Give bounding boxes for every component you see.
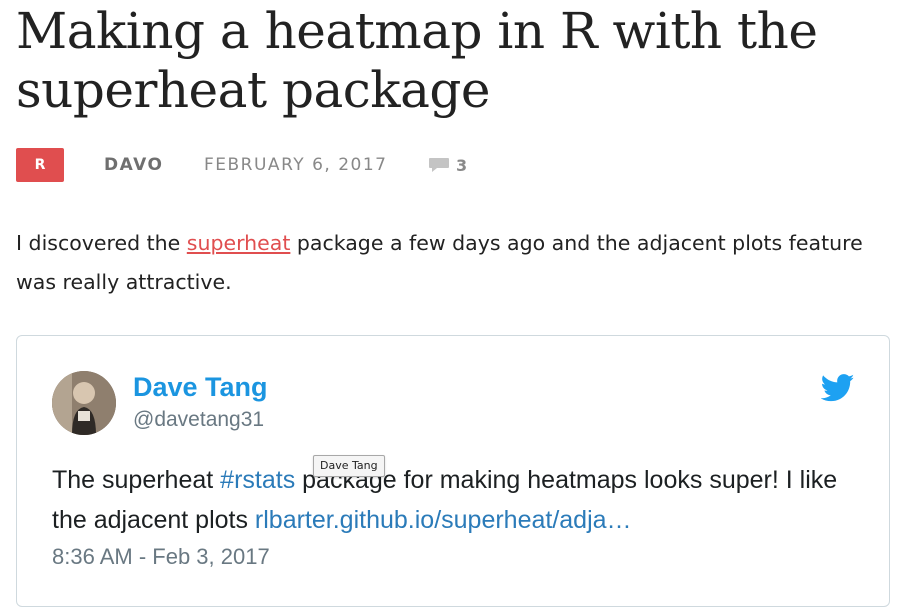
comments-link[interactable]: 3 bbox=[428, 148, 467, 182]
superheat-url-link[interactable]: rlbarter.github.io/superheat/adja… bbox=[255, 506, 632, 534]
category-badge[interactable]: R bbox=[16, 148, 64, 182]
tweet-text: The superheat #rstats package for making… bbox=[52, 460, 867, 540]
intro-text-prefix: I discovered the bbox=[16, 231, 187, 255]
tweet-text-part1: The superheat bbox=[52, 466, 221, 494]
embedded-tweet: Dave Tang @davetang31 The superheat #rst… bbox=[16, 335, 890, 607]
rstats-hashtag-link[interactable]: #rstats bbox=[220, 466, 295, 494]
tweet-author-handle: @davetang31 bbox=[133, 408, 265, 431]
avatar[interactable] bbox=[52, 371, 116, 435]
twitter-bird-icon[interactable] bbox=[821, 374, 855, 402]
comment-bubble-icon bbox=[429, 158, 449, 172]
tweet-author-name[interactable]: Dave Tang bbox=[133, 372, 268, 403]
post-meta: R DAVO FEBRUARY 6, 2017 3 bbox=[16, 148, 896, 182]
tweet-timestamp[interactable]: 8:36 AM - Feb 3, 2017 bbox=[52, 544, 270, 570]
comment-count: 3 bbox=[456, 155, 468, 175]
hover-tooltip: Dave Tang bbox=[313, 455, 385, 477]
post-date: FEBRUARY 6, 2017 bbox=[204, 155, 388, 175]
author-link[interactable]: DAVO bbox=[104, 148, 163, 182]
superheat-link[interactable]: superheat bbox=[187, 231, 291, 255]
post-title: Making a heatmap in R with the superheat… bbox=[16, 2, 818, 119]
intro-paragraph: I discovered the superheat package a few… bbox=[16, 224, 901, 302]
